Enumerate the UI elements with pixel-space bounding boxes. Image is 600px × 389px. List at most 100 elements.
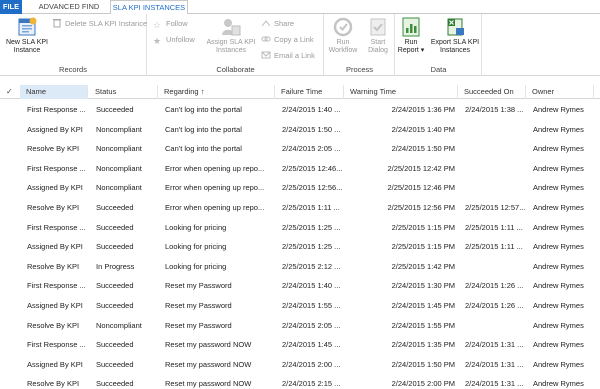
- cell-owner[interactable]: Andrew Rymes: [533, 139, 594, 159]
- table-row[interactable]: Assigned By KPI Succeeded Reset my Passwor…: [0, 296, 600, 316]
- run-report-button[interactable]: Run Report ▾: [396, 16, 426, 55]
- share-label: Share: [274, 19, 295, 28]
- cell-name[interactable]: Resolve By KPI: [27, 257, 87, 277]
- column-header-failure-time[interactable]: Failure Time: [275, 85, 344, 99]
- cell-regarding[interactable]: Can't log into the portal: [165, 100, 275, 120]
- run-workflow-button[interactable]: Run Workflow: [325, 16, 361, 55]
- cell-owner[interactable]: Andrew Rymes: [533, 276, 594, 296]
- cell-name[interactable]: First Response ...: [27, 159, 87, 179]
- cell-regarding[interactable]: Reset my Password: [165, 276, 275, 296]
- table-row[interactable]: Assigned By KPI Noncompliant Can't log int…: [0, 120, 600, 140]
- unfollow-button[interactable]: ★ Unfollow: [153, 33, 195, 46]
- cell-status: In Progress: [96, 261, 135, 271]
- cell-regarding[interactable]: Error when opening up repo...: [165, 178, 275, 198]
- export-sla-kpi-instances-button[interactable]: Export SLA KPI Instances: [427, 16, 483, 55]
- tab-file[interactable]: FILE: [0, 0, 22, 14]
- cell-owner[interactable]: Andrew Rymes: [533, 159, 594, 179]
- cell-status: Succeeded: [96, 300, 134, 310]
- cell-owner[interactable]: Andrew Rymes: [533, 374, 594, 389]
- tab-advanced-find[interactable]: ADVANCED FIND: [30, 0, 108, 14]
- cell-name[interactable]: Assigned By KPI: [27, 296, 87, 316]
- email-link-button[interactable]: Email a Link: [261, 49, 315, 62]
- cell-name[interactable]: Assigned By KPI: [27, 178, 87, 198]
- cell-regarding[interactable]: Reset my Password: [165, 296, 275, 316]
- cell-regarding[interactable]: Error when opening up repo...: [165, 159, 275, 179]
- cell-regarding[interactable]: Looking for pricing: [165, 218, 275, 238]
- cell-warning-time: 2/24/2015 1:50 PM: [391, 144, 455, 154]
- cell-owner[interactable]: Andrew Rymes: [533, 316, 594, 336]
- cell-regarding[interactable]: Can't log into the portal: [165, 139, 275, 159]
- cell-name[interactable]: Resolve By KPI: [27, 374, 87, 389]
- cell-name[interactable]: First Response ...: [27, 335, 87, 355]
- cell-name[interactable]: First Response ...: [27, 218, 87, 238]
- cell-regarding[interactable]: Reset my Password: [165, 316, 275, 336]
- table-row[interactable]: First Response ... Succeeded Reset my Pass…: [0, 276, 600, 296]
- tab-sla-kpi-instances[interactable]: SLA KPI INSTANCES: [110, 0, 188, 15]
- unfollow-star-icon: ★: [153, 36, 162, 46]
- column-header-regarding[interactable]: Regarding ↑: [158, 85, 275, 99]
- cell-name[interactable]: Resolve By KPI: [27, 139, 87, 159]
- cell-owner[interactable]: Andrew Rymes: [533, 257, 594, 277]
- table-row[interactable]: Assigned By KPI Succeeded Reset my passwor…: [0, 355, 600, 375]
- cell-name[interactable]: Assigned By KPI: [27, 355, 87, 375]
- column-header-owner[interactable]: Owner: [526, 85, 594, 99]
- cell-regarding[interactable]: Error when opening up repo...: [165, 198, 275, 218]
- cell-owner[interactable]: Andrew Rymes: [533, 237, 594, 257]
- table-row[interactable]: Resolve By KPI Noncompliant Can't log into…: [0, 139, 600, 159]
- cell-succeeded-on: [465, 316, 526, 336]
- table-row[interactable]: First Response ... Succeeded Can't log int…: [0, 100, 600, 120]
- start-dialog-label-line1: Start: [370, 39, 386, 46]
- assign-sla-kpi-instances-button[interactable]: Assign SLA KPI Instances: [202, 16, 260, 55]
- cell-regarding[interactable]: Looking for pricing: [165, 237, 275, 257]
- cell-owner[interactable]: Andrew Rymes: [533, 120, 594, 140]
- cell-regarding[interactable]: Reset my password NOW: [165, 335, 275, 355]
- cell-owner[interactable]: Andrew Rymes: [533, 100, 594, 120]
- table-row[interactable]: First Response ... Noncompliant Error when…: [0, 159, 600, 179]
- cell-regarding[interactable]: Can't log into the portal: [165, 120, 275, 140]
- table-row[interactable]: Resolve By KPI Noncompliant Reset my Passw…: [0, 316, 600, 336]
- column-header-warning-time[interactable]: Warning Time: [344, 85, 458, 99]
- cell-name[interactable]: Resolve By KPI: [27, 198, 87, 218]
- follow-button[interactable]: ☆ Follow: [153, 17, 188, 30]
- cell-regarding[interactable]: Reset my password NOW: [165, 374, 275, 389]
- new-sla-kpi-instance-button[interactable]: New SLA KPI Instance: [2, 16, 52, 55]
- cell-owner[interactable]: Andrew Rymes: [533, 335, 594, 355]
- column-header-status[interactable]: Status: [89, 85, 158, 99]
- email-icon: [261, 51, 271, 59]
- cell-owner[interactable]: Andrew Rymes: [533, 355, 594, 375]
- start-dialog-button[interactable]: Start Dialog: [362, 16, 394, 55]
- column-header-succeeded-on[interactable]: Succeeded On: [458, 85, 526, 99]
- delete-button-label: Delete SLA KPI Instance: [65, 19, 148, 28]
- select-all-checkbox[interactable]: ✓: [6, 85, 13, 99]
- cell-status: Succeeded: [96, 242, 134, 252]
- table-row[interactable]: First Response ... Succeeded Reset my pass…: [0, 335, 600, 355]
- cell-regarding[interactable]: Looking for pricing: [165, 257, 275, 277]
- grid-header: ✓ Name Status Regarding ↑ Failure Time W…: [0, 85, 600, 99]
- export-label-line2: Instances: [440, 47, 470, 54]
- cell-name[interactable]: Resolve By KPI: [27, 316, 87, 336]
- table-row[interactable]: First Response ... Succeeded Looking for p…: [0, 218, 600, 238]
- table-row[interactable]: Resolve By KPI In Progress Looking for pri…: [0, 257, 600, 277]
- cell-name[interactable]: First Response ...: [27, 276, 87, 296]
- cell-owner[interactable]: Andrew Rymes: [533, 178, 594, 198]
- cell-succeeded-on: 2/25/2015 1:11 ...: [465, 222, 523, 232]
- share-button[interactable]: Share: [261, 17, 294, 30]
- delete-sla-kpi-instance-button[interactable]: Delete SLA KPI Instance: [52, 17, 147, 30]
- assign-label-line2: Instances: [216, 47, 246, 54]
- cell-status: Succeeded: [96, 222, 134, 232]
- cell-succeeded-on: 2/25/2015 1:11 ...: [465, 242, 523, 252]
- cell-owner[interactable]: Andrew Rymes: [533, 218, 594, 238]
- column-header-name[interactable]: Name: [20, 85, 88, 99]
- cell-failure-time: 2/24/2015 2:05 ...: [282, 144, 341, 154]
- cell-name[interactable]: Assigned By KPI: [27, 120, 87, 140]
- cell-name[interactable]: Assigned By KPI: [27, 237, 87, 257]
- cell-regarding[interactable]: Reset my password NOW: [165, 355, 275, 375]
- table-row[interactable]: Assigned By KPI Noncompliant Error when op…: [0, 178, 600, 198]
- table-row[interactable]: Assigned By KPI Succeeded Looking for pric…: [0, 237, 600, 257]
- cell-name[interactable]: First Response ...: [27, 100, 87, 120]
- table-row[interactable]: Resolve By KPI Succeeded Error when openin…: [0, 198, 600, 218]
- table-row[interactable]: Resolve By KPI Succeeded Reset my password…: [0, 374, 600, 389]
- copy-link-button[interactable]: Copy a Link: [261, 33, 314, 46]
- cell-owner[interactable]: Andrew Rymes: [533, 198, 594, 218]
- cell-owner[interactable]: Andrew Rymes: [533, 296, 594, 316]
